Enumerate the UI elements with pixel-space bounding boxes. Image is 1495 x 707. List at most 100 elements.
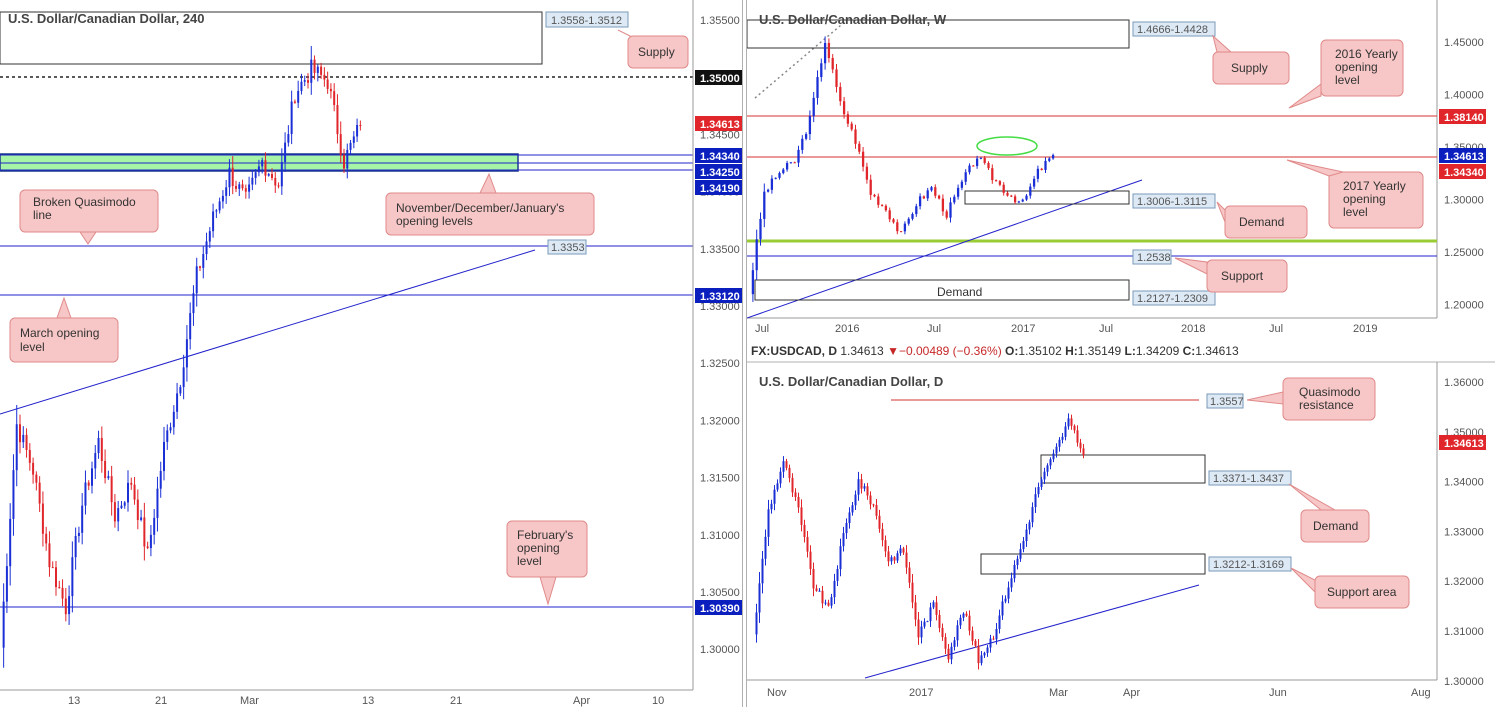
- svg-text:opening levels: opening levels: [396, 214, 473, 228]
- candle-body: [117, 508, 120, 522]
- daily-chart-pane[interactable]: FX:USDCAD, D 1.34613 ▼−0.00489 (−0.36%) …: [746, 340, 1495, 707]
- candle-body: [917, 619, 920, 638]
- candle-body: [995, 628, 998, 640]
- candle-body: [1049, 459, 1052, 466]
- svg-text:2017 Yearly: 2017 Yearly: [1343, 179, 1406, 193]
- candle-body: [971, 630, 974, 641]
- daily-y-tick: 1.36000: [1444, 377, 1484, 389]
- candle-body: [287, 134, 290, 143]
- svg-text:1.35000: 1.35000: [700, 73, 740, 85]
- candle-body: [941, 627, 944, 638]
- candle-body: [356, 125, 359, 137]
- weekly-chart[interactable]: 1.450001.400001.350001.300001.250001.200…: [747, 0, 1495, 340]
- candle-body: [104, 460, 107, 479]
- candle-body: [1025, 195, 1028, 200]
- candle-body: [848, 512, 851, 524]
- candle-body: [923, 621, 926, 627]
- daily-qm-value: 1.3557: [1210, 396, 1244, 408]
- candle-body: [937, 195, 941, 199]
- candle-body: [791, 477, 794, 493]
- candle-body: [192, 293, 195, 314]
- candle-body: [953, 196, 956, 203]
- candle-body: [991, 168, 994, 181]
- candle-body: [127, 482, 129, 503]
- h4-chart[interactable]: 1.355001.350001.345001.340001.335001.330…: [0, 0, 742, 707]
- daily-y-tick: 1.34000: [1444, 477, 1484, 489]
- candle-body: [343, 155, 345, 169]
- candle-body: [863, 486, 866, 489]
- h4-supply-callout: Supply: [617, 29, 689, 69]
- candle-body: [806, 537, 809, 552]
- candle-body: [84, 482, 87, 506]
- daily-support-box-label: 1.3212-1.3169: [1213, 559, 1284, 571]
- candle-body: [986, 647, 989, 653]
- daily-chart[interactable]: 1.360001.350001.340001.330001.320001.310…: [747, 340, 1495, 707]
- candle-body: [801, 138, 804, 150]
- candle-body: [333, 91, 336, 106]
- candle-body: [1073, 425, 1076, 431]
- weekly-demand2-box-label: 1.2127-1.2309: [1137, 293, 1208, 305]
- weekly-y-tick: 1.30000: [1444, 195, 1484, 207]
- candle-body: [1036, 168, 1040, 179]
- candle-body: [926, 190, 929, 199]
- candle-body: [1051, 155, 1055, 159]
- candle-body: [166, 430, 169, 442]
- candle-body: [87, 482, 90, 486]
- weekly-x-tick: Jul: [927, 323, 941, 335]
- candle-body: [359, 125, 362, 127]
- weekly-y-tick: 1.45000: [1444, 37, 1484, 49]
- weekly-y-tick: 1.40000: [1444, 90, 1484, 102]
- weekly-support-label: 1.2538: [1137, 252, 1171, 264]
- candle-body: [782, 169, 785, 174]
- candle-body: [983, 652, 986, 656]
- candle-body: [1067, 418, 1070, 427]
- candle-body: [873, 194, 876, 197]
- candle-body: [307, 80, 309, 83]
- svg-text:1.34250: 1.34250: [700, 167, 740, 179]
- weekly-x-tick: Jul: [1269, 323, 1283, 335]
- candle-body: [1048, 158, 1051, 161]
- candle-body: [45, 533, 48, 544]
- candle-body: [998, 615, 1001, 629]
- candle-body: [1013, 196, 1017, 203]
- candle-body: [880, 204, 884, 206]
- candle-body: [763, 191, 766, 219]
- candle-body: [185, 339, 188, 368]
- weekly-title: U.S. Dollar/Canadian Dollar, W: [759, 12, 947, 27]
- candle-body: [277, 185, 280, 187]
- candle-body: [869, 495, 872, 505]
- daily-x-tick: Mar: [1049, 687, 1068, 699]
- candle-body: [339, 134, 342, 156]
- daily-x-tick: Aug: [1411, 687, 1431, 699]
- h4-1.3353-label: 1.3353: [551, 242, 585, 254]
- weekly-demand-box-label: 1.3006-1.3115: [1137, 196, 1207, 208]
- candle-body: [974, 640, 977, 646]
- candle-body: [130, 482, 133, 485]
- candle-body: [77, 532, 80, 536]
- candle-body: [878, 515, 881, 529]
- candle-body: [761, 558, 764, 584]
- candle-body: [770, 503, 773, 510]
- h4-x-tick: Apr: [573, 695, 590, 707]
- candle-body: [1021, 199, 1024, 202]
- candle-body: [215, 210, 218, 212]
- h4-chart-pane[interactable]: 1.355001.350001.345001.340001.335001.330…: [0, 0, 743, 707]
- daily-y-tick: 1.31000: [1444, 626, 1484, 638]
- candle-body: [189, 313, 192, 340]
- candle-body: [865, 166, 869, 180]
- weekly-candles: [751, 36, 1055, 302]
- candle-body: [58, 587, 61, 589]
- candle-body: [71, 557, 74, 597]
- svg-text:opening: opening: [1343, 192, 1386, 206]
- candle-body: [965, 613, 968, 616]
- candle-body: [123, 502, 126, 506]
- candle-body: [143, 517, 146, 547]
- weekly-y-tick: 1.25000: [1444, 247, 1484, 259]
- weekly-chart-pane[interactable]: 1.450001.400001.350001.300001.250001.200…: [746, 0, 1495, 341]
- candle-body: [979, 157, 983, 159]
- candle-body: [1016, 558, 1019, 565]
- candle-body: [1082, 448, 1085, 456]
- candle-body: [1052, 453, 1055, 460]
- candle-body: [770, 178, 774, 190]
- daily-qm-callout: Quasimodo resistance: [1246, 377, 1376, 421]
